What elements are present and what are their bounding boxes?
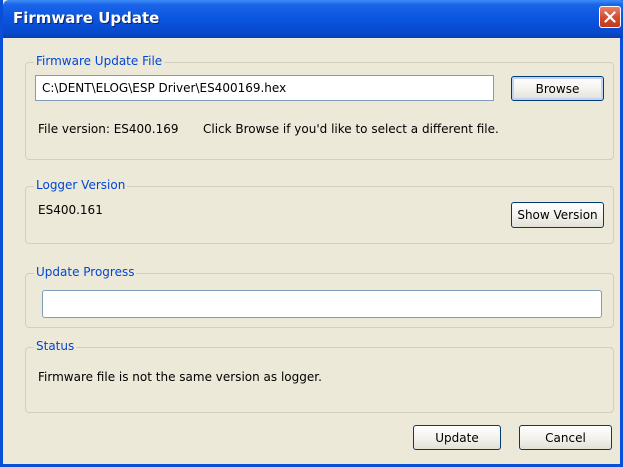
- browse-button[interactable]: Browse: [511, 76, 604, 101]
- firmware-path-input[interactable]: [36, 76, 493, 100]
- logger-version-group-label: Logger Version: [34, 178, 128, 192]
- window-title: Firmware Update: [13, 9, 160, 27]
- close-button[interactable]: [599, 6, 621, 28]
- logger-version-value: ES400.161: [38, 203, 103, 217]
- update-progress-bar: [42, 290, 602, 318]
- close-icon: [604, 11, 616, 23]
- firmware-update-dialog: Firmware Update Firmware Update File Bro…: [0, 0, 623, 467]
- file-version-text: File version: ES400.169: [38, 122, 179, 136]
- status-message: Firmware file is not the same version as…: [38, 370, 322, 384]
- firmware-file-group-label: Firmware Update File: [34, 54, 165, 68]
- status-group-label: Status: [34, 339, 77, 353]
- update-progress-group-label: Update Progress: [34, 265, 137, 279]
- cancel-button[interactable]: Cancel: [519, 425, 612, 450]
- browse-hint-text: Click Browse if you'd like to select a d…: [203, 122, 499, 136]
- firmware-path-field[interactable]: [35, 75, 494, 101]
- title-bar[interactable]: Firmware Update: [3, 0, 623, 38]
- update-button[interactable]: Update: [413, 425, 501, 450]
- show-version-button[interactable]: Show Version: [511, 202, 604, 228]
